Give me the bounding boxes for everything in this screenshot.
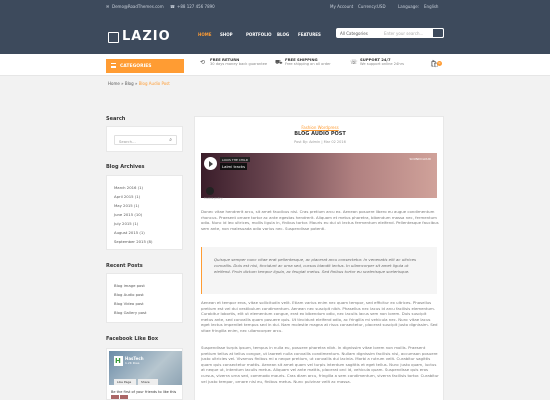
waveform-avatar [206,187,214,195]
categories-button[interactable]: CATEGORIES [106,59,184,73]
nav-blog[interactable]: BLOG [277,32,289,37]
nav-home[interactable]: HOME [198,32,211,37]
header-search: All Categories Enter your search... [336,28,444,38]
soundcloud-logo[interactable]: SOUNDCLOUD [409,157,431,161]
facebook-cover-image: HasTech 1.2K likes Like Page Share [109,351,182,385]
post-paragraph: Aenean et tempor eros, vitae sollicitudi… [201,300,438,333]
soundcloud-player: LOUIS THE CHILD Lalmi tracks SOUNDCLOUD … [201,153,437,200]
archive-item[interactable]: September 2015 (8) [114,239,152,244]
recent-post-item[interactable]: Blog image post [114,283,145,288]
language-select[interactable]: English [424,4,438,9]
post-paragraph: Suspendisse turpis ipsum, tempus in null… [201,345,439,384]
fb-friends-text: Be the first of your friends to like thi… [111,390,177,394]
nav-shop[interactable]: SHOP [220,32,233,37]
categories-label: CATEGORIES [120,63,152,69]
email-icon: ✉ [106,4,110,9]
nav-portfolio[interactable]: PORTFOLIO [246,32,272,37]
facebook-widget-title: Facebook Like Box [106,336,159,342]
blockquote-text: Quisque semper nunc vitae erat pellentes… [214,257,417,274]
archives-widget-title: Blog Archives [106,164,145,170]
avatar [120,395,128,399]
breadcrumb-sep: » [121,81,124,86]
sidebar-search-placeholder: Search... [119,138,136,144]
avatar [111,395,119,399]
recent-posts-title: Recent Posts [106,263,143,269]
sub-bar: CATEGORIES ⟲ FREE RETURN 30 days money b… [0,54,550,76]
truck-icon: ⛟ [275,59,283,66]
archives-widget: March 2016 (1) April 2015 (1) May 2015 (… [106,175,183,250]
sidebar-search-input[interactable]: Search... ⌕ [114,135,177,145]
main-header: LAZIO HOME SHOP PORTFOLIO BLOG FEATURES … [0,12,550,54]
recent-post-item[interactable]: Blog Audio post [114,292,144,297]
archive-item[interactable]: August 2015 (1) [114,230,145,235]
menu-icon [111,63,116,68]
archive-item[interactable]: July 2015 (1) [114,221,138,226]
facebook-like-box: HasTech 1.2K likes Like Page Share Be th… [106,348,183,400]
fb-likes-count: 1.2K likes [125,361,140,365]
currency-label: Currency: [358,4,378,9]
search-widget-title: Search [106,116,126,122]
recent-post-item[interactable]: Blog Video post [114,301,144,306]
bag-logo-icon [108,32,119,43]
feature-sub: 30 days money back guarantee [210,62,268,66]
blog-post: Fashion Wordpress BLOG AUDIO POST Post B… [194,116,444,400]
cookie-policy-link[interactable]: Cookie policy [204,196,223,200]
refresh-icon: ⟲ [200,59,206,66]
fb-like-button[interactable]: Like Page [114,379,136,385]
audio-artist[interactable]: LOUIS THE CHILD [220,157,251,162]
breadcrumb-blog[interactable]: Blog [125,81,134,86]
search-button[interactable] [432,28,444,38]
post-meta: Post By: Admin | Mar 02 2016 [294,140,346,144]
play-button[interactable] [204,157,217,170]
post-title: BLOG AUDIO POST [294,131,346,137]
search-icon[interactable]: ⌕ [169,137,172,143]
recent-post-item[interactable]: Blog Gallery post [114,310,147,315]
search-category-select[interactable]: All Categories [340,31,368,36]
site-logo[interactable]: LAZIO [122,29,171,44]
post-category-link[interactable]: Fashion Wordpress [195,125,445,130]
language-label: Language: [398,4,420,9]
post-blockquote: Quisque semper nunc vitae erat pellentes… [201,247,437,294]
archive-item[interactable]: June 2015 (10) [114,212,142,217]
phone-icon: ☎ [170,4,175,9]
recent-posts-widget: Blog image post Blog Audio post Blog Vid… [106,273,183,323]
fb-friend-avatars [111,395,129,399]
breadcrumb-home[interactable]: Home [108,81,120,86]
my-account-link[interactable]: My Account [330,4,353,9]
archive-item[interactable]: April 2015 (1) [114,194,140,199]
currency-select[interactable]: USD [377,4,386,9]
top-email[interactable]: Demo@RoadThemes.com [112,4,164,9]
search-widget: Search... ⌕ [106,126,183,152]
archive-item[interactable]: March 2016 (1) [114,185,143,190]
post-paragraph: Donec vitae hendrerit arcu, sit amet fau… [201,209,439,231]
feature-sub: Free shipping on all order [285,62,331,66]
nav-features[interactable]: FEATURES [298,32,321,37]
top-phone[interactable]: +88 127 456 7890 [177,4,215,9]
hastech-logo-icon [114,356,123,366]
headset-icon: ☏ [350,59,358,66]
fb-share-button[interactable]: Share [138,379,158,385]
cart-count-badge: 0 [437,61,442,66]
breadcrumb-sep: » [134,81,138,86]
top-bar: ✉ Demo@RoadThemes.com ☎ +88 127 456 7890… [0,0,550,12]
header-search-input[interactable]: Enter your search... [384,31,423,36]
feature-sub: We support online 24hrs [360,62,404,66]
audio-track[interactable]: Lalmi tracks [220,163,248,170]
breadcrumb: Home » Blog » Blog Audio Post [108,81,170,86]
breadcrumb-current: Blog Audio Post [138,81,170,86]
archive-item[interactable]: May 2015 (1) [114,203,139,208]
